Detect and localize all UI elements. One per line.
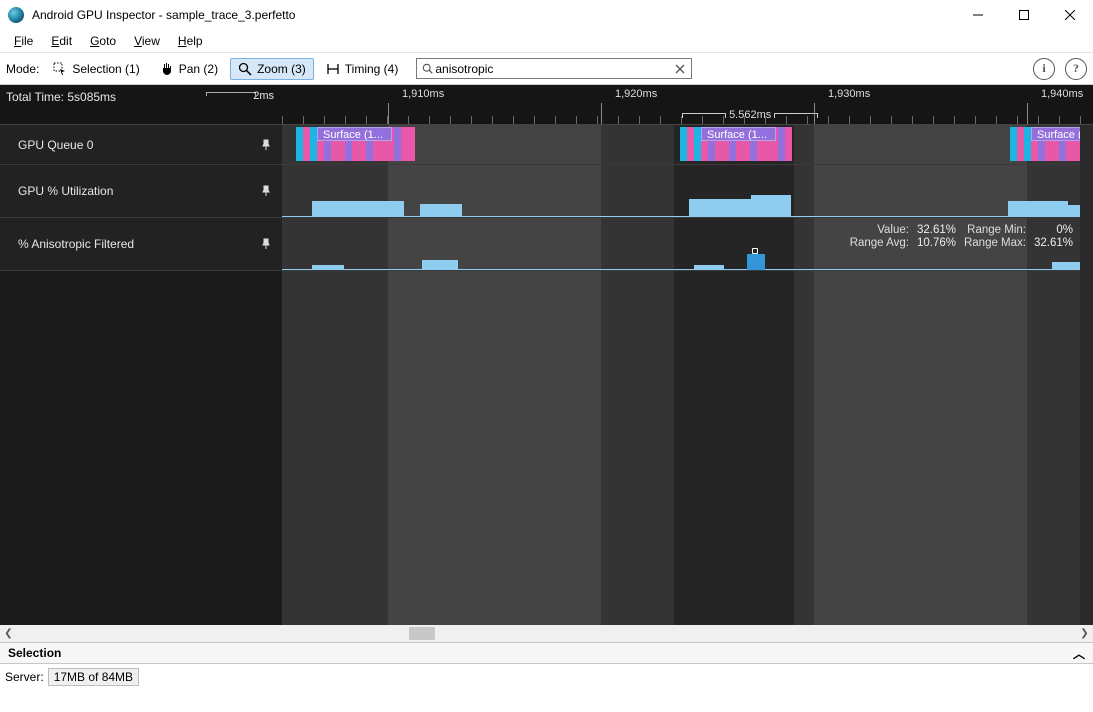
window-title: Android GPU Inspector - sample_trace_3.p… — [32, 8, 295, 22]
total-time-label: Total Time: 5s085ms — [6, 90, 116, 104]
statusbar: Server: 17MB of 84MB — [0, 664, 1093, 689]
ruler-tick-label: 1,930ms — [828, 88, 870, 100]
window-minimize-button[interactable] — [955, 0, 1001, 30]
window-maximize-button[interactable] — [1001, 0, 1047, 30]
surface-block[interactable]: Surface (1... — [317, 127, 392, 141]
value-tooltip: Value:32.61% Range Min:0% Range Avg:10.7… — [850, 224, 1073, 249]
info-button[interactable]: i — [1033, 58, 1055, 80]
scroll-left-icon[interactable]: ❮ — [0, 625, 17, 642]
track-row-gpu-queue: GPU Queue 0 Surface (1... — [0, 125, 1093, 165]
mode-zoom-button[interactable]: Zoom (3) — [230, 58, 314, 80]
pan-icon — [160, 62, 174, 76]
timing-icon — [326, 62, 340, 76]
surface-block[interactable]: Surface (1... — [701, 127, 776, 141]
mode-zoom-label: Zoom (3) — [257, 62, 306, 76]
window-close-button[interactable] — [1047, 0, 1093, 30]
menu-edit[interactable]: Edit — [43, 32, 80, 50]
ruler-scale-bar — [206, 92, 256, 96]
cursor-marker — [752, 248, 758, 254]
server-label: Server: — [5, 670, 44, 684]
scroll-right-icon[interactable]: ❯ — [1076, 625, 1093, 642]
mode-timing-label: Timing (4) — [345, 62, 399, 76]
pin-icon[interactable] — [260, 238, 272, 250]
scrollbar-thumb[interactable] — [409, 627, 435, 640]
track-gpu-queue[interactable]: Surface (1... Surface (1... — [282, 125, 1093, 164]
ruler-tick-label: 1,910ms — [402, 88, 444, 100]
toolbar: Mode: Selection (1) Pan (2) Zoom (3) Tim… — [0, 52, 1093, 85]
pin-icon[interactable] — [260, 139, 272, 151]
mode-selection-label: Selection (1) — [72, 62, 139, 76]
search-box[interactable] — [416, 58, 692, 79]
pin-icon[interactable] — [260, 185, 272, 197]
server-memory-badge: 17MB of 84MB — [48, 668, 139, 686]
app-icon — [8, 7, 24, 23]
ruler-tick-label: 1,920ms — [615, 88, 657, 100]
search-input[interactable] — [435, 62, 673, 76]
mode-timing-button[interactable]: Timing (4) — [318, 58, 407, 80]
mode-pan-label: Pan (2) — [179, 62, 218, 76]
mode-pan-button[interactable]: Pan (2) — [152, 58, 226, 80]
search-icon — [421, 62, 435, 76]
search-clear-icon[interactable] — [673, 62, 687, 76]
zoom-icon — [238, 62, 252, 76]
track-row-anisotropic: % Anisotropic Filtered Value:32.61% Rang… — [0, 218, 1093, 271]
ruler-scale-label: 2ms — [253, 90, 274, 102]
vertical-scrollbar[interactable] — [1080, 125, 1093, 625]
track-label: GPU Queue 0 — [18, 138, 93, 152]
track-gpu-util[interactable] — [282, 165, 1093, 217]
timeline-panel: Total Time: 5s085ms 2ms 5.562ms 1,910ms1… — [0, 85, 1093, 642]
selection-panel-header[interactable]: Selection ︿ — [0, 642, 1093, 664]
selection-panel-title: Selection — [8, 646, 61, 660]
menu-help[interactable]: Help — [170, 32, 211, 50]
selection-icon — [53, 62, 67, 76]
help-button[interactable]: ? — [1065, 58, 1087, 80]
track-anisotropic[interactable]: Value:32.61% Range Min:0% Range Avg:10.7… — [282, 218, 1093, 270]
timeline-empty-area — [0, 271, 1093, 625]
window-titlebar: Android GPU Inspector - sample_trace_3.p… — [0, 0, 1093, 30]
timeline-ruler[interactable]: 5.562ms 1,910ms1,920ms1,930ms1,940ms — [282, 85, 1093, 125]
timeline-header-left: Total Time: 5s085ms 2ms — [0, 85, 282, 125]
track-row-gpu-util: GPU % Utilization — [0, 165, 1093, 218]
chevron-up-icon[interactable]: ︿ — [1073, 645, 1085, 662]
menu-goto[interactable]: Goto — [82, 32, 124, 50]
track-label: GPU % Utilization — [18, 184, 113, 198]
mode-label: Mode: — [6, 62, 39, 76]
menubar: File Edit Goto View Help — [0, 30, 1093, 52]
mode-selection-button[interactable]: Selection (1) — [45, 58, 147, 80]
menu-file[interactable]: File — [6, 32, 41, 50]
menu-view[interactable]: View — [126, 32, 168, 50]
ruler-tick-label: 1,940ms — [1041, 88, 1083, 100]
track-label: % Anisotropic Filtered — [18, 237, 134, 251]
horizontal-scrollbar[interactable]: ❮ ❯ — [0, 625, 1093, 642]
